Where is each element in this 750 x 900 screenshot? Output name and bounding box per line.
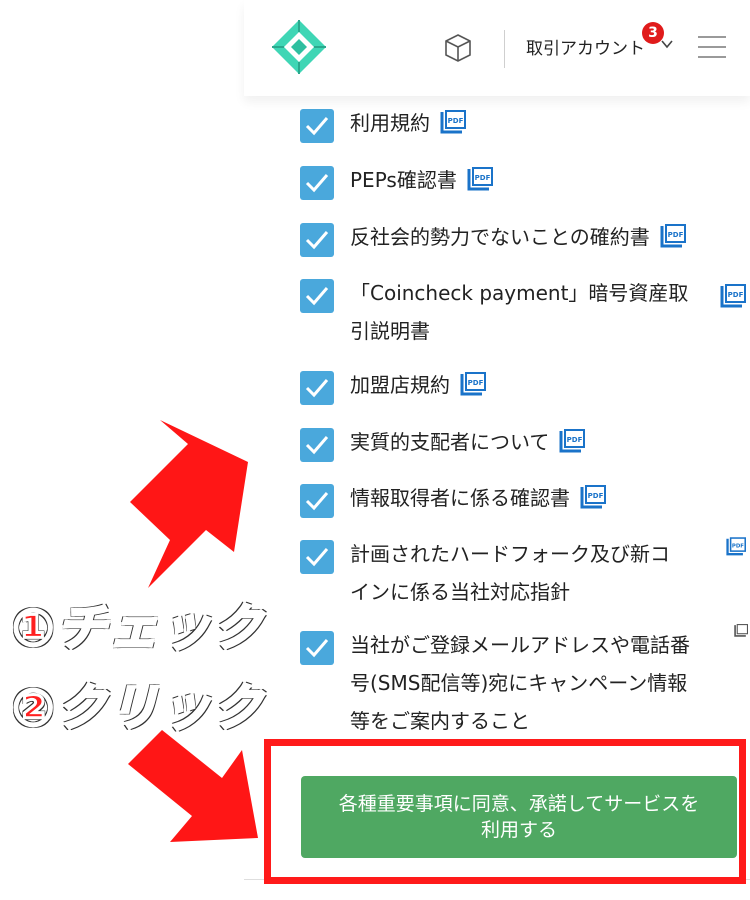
pdf-icon[interactable]: PDF xyxy=(580,484,606,509)
svg-text:PDF: PDF xyxy=(567,436,583,444)
checkbox-check-icon xyxy=(305,548,329,567)
svg-text:PDF: PDF xyxy=(448,117,464,125)
agree-submit-button[interactable]: 各種重要事項に同意、承諾してサービスを 利用する xyxy=(301,776,737,858)
pdf-icon[interactable]: PDF xyxy=(559,428,586,453)
arrow-down-right-icon xyxy=(128,730,258,842)
pdf-icon[interactable]: PDF xyxy=(460,371,486,396)
checkbox[interactable] xyxy=(300,540,334,574)
pdf-icon[interactable]: PDF xyxy=(726,537,746,556)
pdf-icon[interactable]: PDF xyxy=(660,223,686,248)
annotation-step1: ①チェック xyxy=(10,598,265,659)
checkbox-check-icon xyxy=(305,639,329,658)
checklist-label: 等をご案内すること xyxy=(350,709,530,733)
checklist-item[interactable]: 利用規約 PDF xyxy=(300,109,740,143)
svg-text:PDF: PDF xyxy=(667,231,683,239)
account-menu[interactable]: 取引アカウント xyxy=(526,34,645,59)
checkbox-check-icon xyxy=(305,492,329,511)
checklist-label: 当社がご登録メールアドレスや電話番 xyxy=(350,633,690,657)
checklist-item[interactable]: 実質的支配者について PDF xyxy=(300,428,740,462)
checkbox[interactable] xyxy=(300,371,334,405)
checkbox[interactable] xyxy=(300,223,334,257)
pdf-icon[interactable] xyxy=(734,624,748,637)
checklist-label: 引説明書 xyxy=(350,319,430,343)
checklist-label: 反社会的勢力でないことの確約書 xyxy=(350,225,650,249)
checklist-label: PEPs確認書 xyxy=(350,168,457,192)
checklist-label: 利用規約 xyxy=(350,111,430,135)
checkbox-check-icon xyxy=(305,117,329,136)
submit-label-line2: 利用する xyxy=(480,819,557,841)
checkbox[interactable] xyxy=(300,166,334,200)
checklist-item[interactable]: 情報取得者に係る確認書 PDF xyxy=(300,484,740,518)
submit-label-line1: 各種重要事項に同意、承諾してサービスを xyxy=(338,793,700,815)
checklist-item[interactable]: 「Coincheck payment」暗号資産取 引説明書 PDF xyxy=(300,279,746,350)
checklist-label: 実質的支配者について xyxy=(350,430,550,454)
checkbox[interactable] xyxy=(300,109,334,143)
pdf-icon[interactable]: PDF xyxy=(467,166,493,191)
annotation-step2: ②クリック xyxy=(10,678,265,739)
checklist-label: 「Coincheck payment」暗号資産取 xyxy=(350,281,689,305)
svg-text:PDF: PDF xyxy=(474,174,490,182)
checkbox-check-icon xyxy=(305,231,329,250)
svg-text:PDF: PDF xyxy=(468,379,484,387)
checkbox-check-icon xyxy=(305,379,329,398)
checklist-label: 計画されたハードフォーク及び新コ xyxy=(350,542,670,566)
svg-text:PDF: PDF xyxy=(588,492,604,500)
header-divider xyxy=(504,30,505,68)
checklist-item[interactable]: 当社がご登録メールアドレスや電話番 号(SMS配信等)宛にキャンペーン情報 等を… xyxy=(300,624,748,740)
checklist-item[interactable]: 反社会的勢力でないことの確約書 PDF xyxy=(300,223,740,257)
svg-text:PDF: PDF xyxy=(732,543,744,549)
pdf-icon[interactable]: PDF xyxy=(720,284,746,308)
checkbox[interactable] xyxy=(300,279,334,313)
checkbox[interactable] xyxy=(300,631,334,665)
checklist-item[interactable]: 加盟店規約 PDF xyxy=(300,371,740,405)
app-header: 取引アカウント 3 xyxy=(244,0,750,96)
pdf-icon[interactable]: PDF xyxy=(440,109,466,134)
menu-icon[interactable] xyxy=(698,34,726,60)
chevron-down-icon[interactable] xyxy=(660,37,674,51)
arrow-up-right-icon xyxy=(130,420,248,588)
checkbox[interactable] xyxy=(300,428,334,462)
checkbox-check-icon xyxy=(305,174,329,193)
checklist-label: 号(SMS配信等)宛にキャンペーン情報 xyxy=(350,671,688,695)
checkbox-check-icon xyxy=(305,436,329,455)
checklist-label: インに係る当社対応指針 xyxy=(350,580,570,604)
checkbox[interactable] xyxy=(300,484,334,518)
checklist-item[interactable]: 計画されたハードフォーク及び新コ インに係る当社対応指針 PDF xyxy=(300,537,746,611)
svg-text:PDF: PDF xyxy=(728,291,744,299)
checklist-label: 情報取得者に係る確認書 xyxy=(350,486,570,510)
cube-icon[interactable] xyxy=(442,32,474,64)
checklist-label: 加盟店規約 xyxy=(350,373,450,397)
checkbox-check-icon xyxy=(305,287,329,306)
checklist-item[interactable]: PEPs確認書 PDF xyxy=(300,166,740,200)
logo-icon[interactable] xyxy=(270,18,328,76)
account-label: 取引アカウント xyxy=(526,39,645,59)
